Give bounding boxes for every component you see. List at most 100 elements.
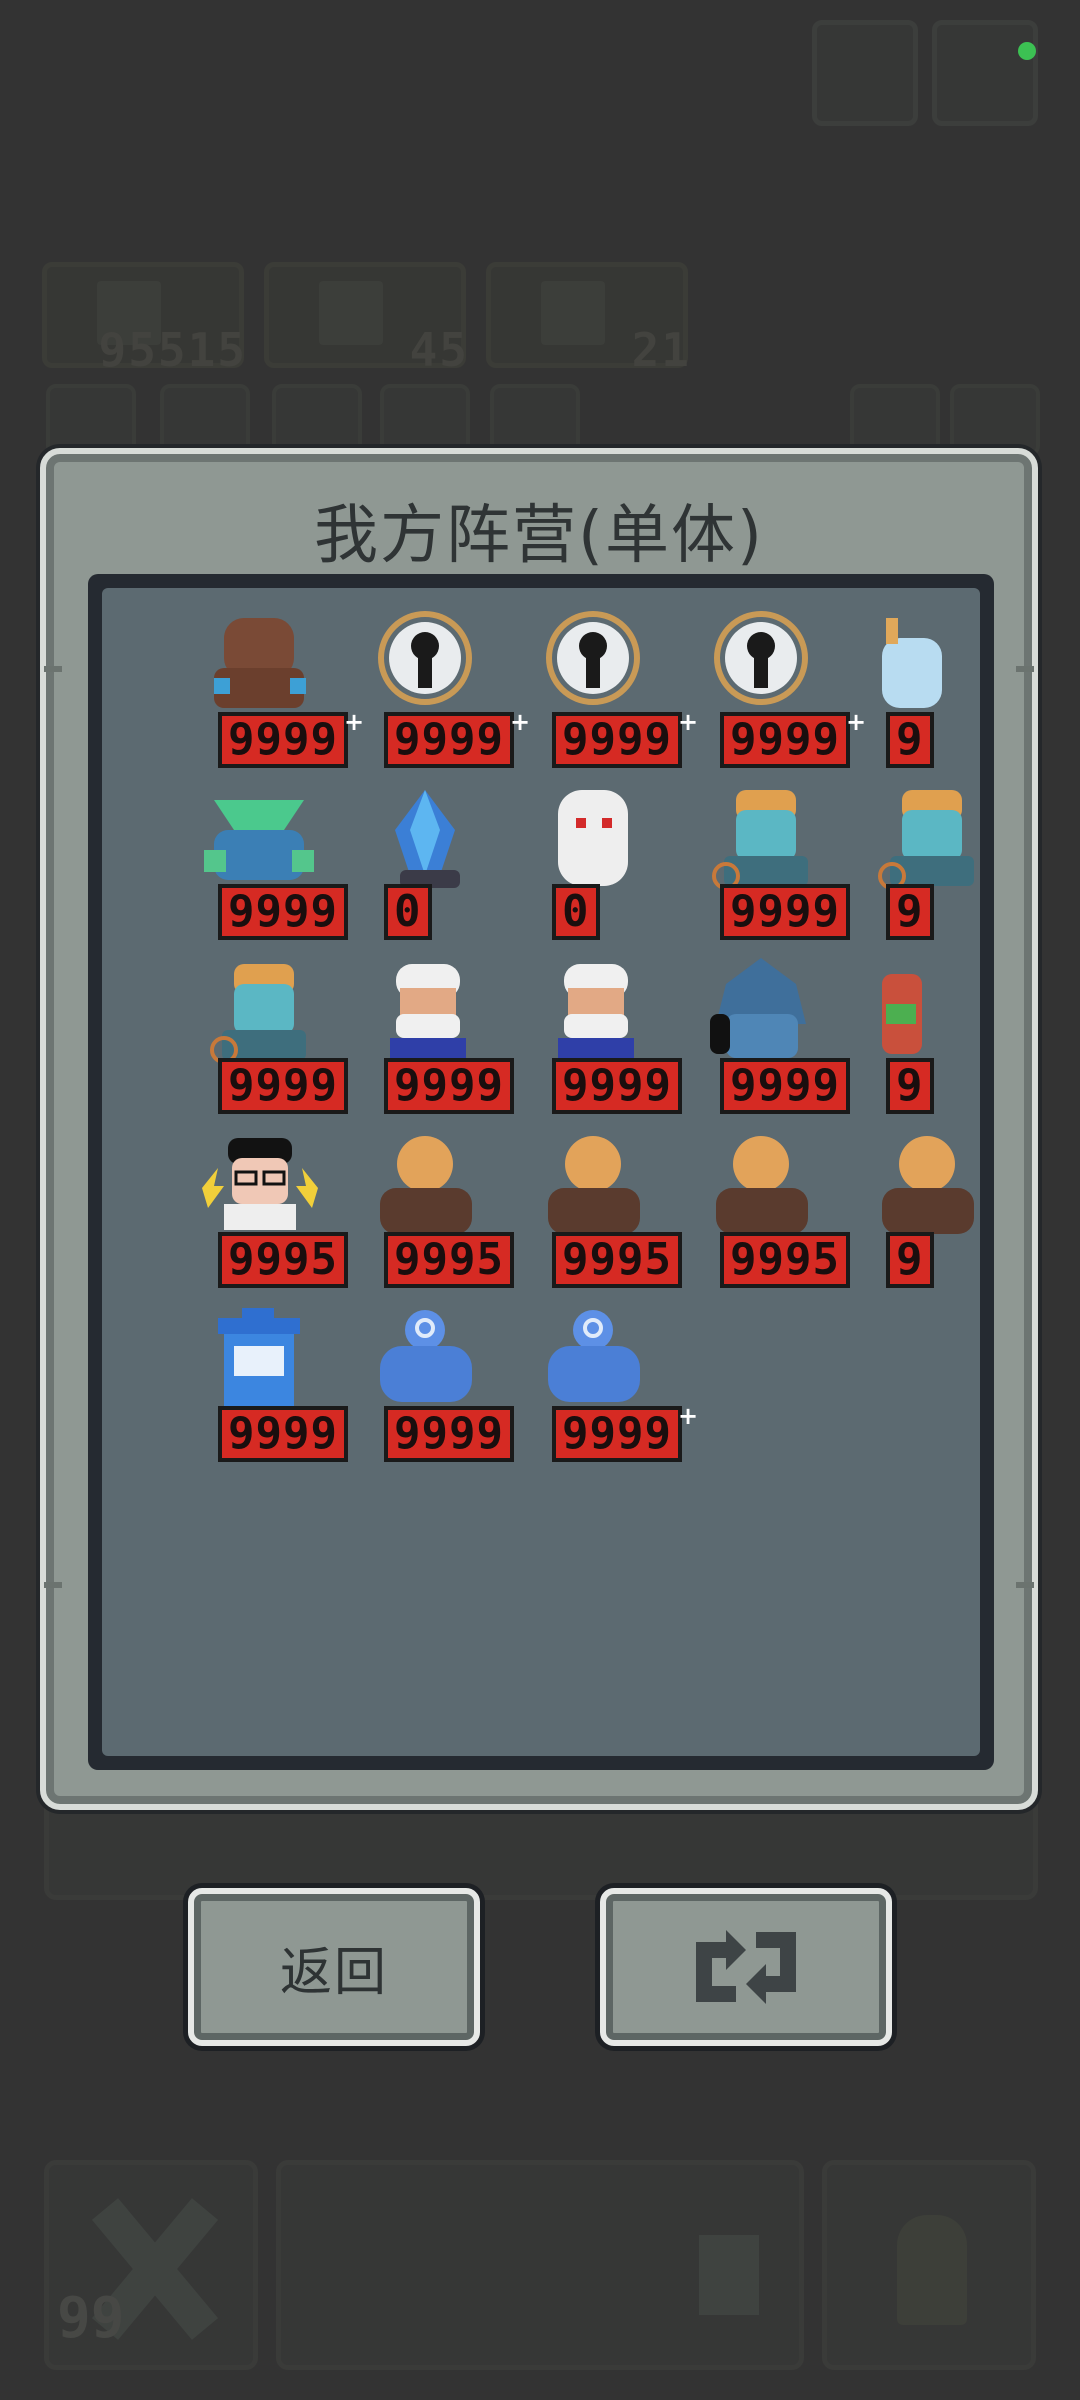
bald-brute-icon <box>882 1136 974 1234</box>
refresh-button[interactable] <box>600 1888 892 2046</box>
unit-card[interactable]: 9 <box>856 954 980 1114</box>
bg-bottom-count: 99 <box>57 2286 125 2351</box>
unit-card[interactable]: 9999 <box>522 954 682 1114</box>
unit-card[interactable]: 9995 <box>354 1128 514 1288</box>
blue-golem-icon <box>548 1310 640 1402</box>
bg-small-button <box>46 384 136 456</box>
unit-hp: 9999 <box>384 1058 514 1114</box>
unit-hp: 9 <box>886 712 934 768</box>
ghost-halo-icon <box>546 611 640 705</box>
unit-card[interactable]: 9999 <box>354 954 514 1114</box>
unit-grid-frame: 9999 +9999 +9999 +9999 +9 9999 0 0 9999 9 9999 9999… <box>88 574 994 1770</box>
white-yeti-icon <box>558 790 628 886</box>
unit-card[interactable]: 9999 + <box>354 608 530 768</box>
unit-card[interactable]: 9999 <box>690 954 850 1114</box>
red-dragon-icon <box>882 974 922 1054</box>
bg-small-button <box>950 384 1040 456</box>
blue-zombie-icon <box>878 790 974 890</box>
panel-rivet <box>1016 666 1034 672</box>
blue-trashcan-icon <box>218 1308 300 1406</box>
unit-card[interactable]: 9999 + <box>522 1302 698 1462</box>
unit-card[interactable]: 9999 + <box>188 608 364 768</box>
unit-card[interactable]: 0 <box>522 780 682 940</box>
bg-small-button <box>850 384 940 456</box>
unit-card[interactable]: 9 <box>856 780 980 940</box>
back-button-label: 返回 <box>279 1942 388 2003</box>
unit-card[interactable]: 9999 + <box>690 608 866 768</box>
bg-resource-skull: 21 <box>486 262 689 377</box>
unit-grid[interactable]: 9999 +9999 +9999 +9999 +9 9999 0 0 9999 9 9999 9999… <box>102 588 980 1756</box>
skull-icon <box>541 281 605 345</box>
status-dot <box>1018 42 1036 60</box>
bg-small-button <box>272 384 362 456</box>
bg-bottom-slot-left: 99 <box>44 2160 258 2370</box>
back-button[interactable]: 返回 <box>188 1888 480 2046</box>
unit-hp: 9999 <box>720 712 850 768</box>
unit-hp: 9999 <box>720 884 850 940</box>
unit-card[interactable]: 9995 <box>188 1128 348 1288</box>
bg-small-button <box>160 384 250 456</box>
unit-hp: 9999 <box>384 712 514 768</box>
nerd-glasses-icon <box>202 1138 318 1230</box>
unit-hp: 9999 <box>552 712 682 768</box>
panel-rivet <box>1016 1582 1034 1588</box>
unit-hp: 9 <box>886 1232 934 1288</box>
unit-hp: 0 <box>552 884 600 940</box>
panel-rivet <box>44 666 62 672</box>
bald-brute-icon <box>380 1136 472 1234</box>
refresh-icon <box>696 1930 796 2004</box>
gem-icon <box>319 281 383 345</box>
bg-top-button-1 <box>812 20 918 126</box>
unit-card[interactable]: 9995 <box>522 1128 682 1288</box>
bg-resource-gem: 45 <box>264 262 467 377</box>
unit-hp: 0 <box>384 884 432 940</box>
blue-crystal-icon <box>395 790 460 888</box>
bg-resource-tree: 95515 <box>42 262 245 377</box>
bg-resource-value: 21 <box>631 323 691 377</box>
old-wizard-icon <box>390 964 466 1060</box>
blue-zombie-icon <box>712 790 808 890</box>
bg-bottom-slot-center <box>276 2160 804 2370</box>
unit-hp: 9999 <box>384 1406 514 1462</box>
unit-hp: 9995 <box>218 1232 348 1288</box>
ghost-halo-icon <box>714 611 808 705</box>
unit-card[interactable]: 9995 <box>690 1128 850 1288</box>
bg-small-button <box>380 384 470 456</box>
green-plant-creature-icon <box>204 800 314 880</box>
spiky-blue-demon-icon <box>710 958 806 1058</box>
unit-card[interactable]: 9999 + <box>522 608 698 768</box>
unit-hp: 9999 <box>552 1406 682 1462</box>
unit-hp: 9995 <box>552 1232 682 1288</box>
unit-hp: 9995 <box>384 1232 514 1288</box>
ghost-halo-icon <box>378 611 472 705</box>
bg-top-button-2 <box>932 20 1038 126</box>
unit-hp: 9 <box>886 884 934 940</box>
unit-card[interactable]: 9 <box>856 1128 980 1288</box>
unit-hp: 9999 <box>720 1058 850 1114</box>
unit-hp: 9999 <box>218 884 348 940</box>
panel-title: 我方阵营(单体) <box>314 499 764 573</box>
blue-zombie-icon <box>210 964 306 1064</box>
bg-bottom-slot-right <box>822 2160 1036 2370</box>
bald-brute-icon <box>548 1136 640 1234</box>
bg-resource-value: 95515 <box>98 323 247 377</box>
blue-golem-icon <box>380 1310 472 1402</box>
unit-hp: 9999 <box>218 1406 348 1462</box>
unit-hp: 9995 <box>720 1232 850 1288</box>
plus-icon: + <box>678 1402 699 1430</box>
unit-card[interactable]: 0 <box>354 780 514 940</box>
unit-card[interactable]: 9999 <box>188 954 348 1114</box>
bg-resource-value: 45 <box>409 323 469 377</box>
unit-hp: 9 <box>886 1058 934 1114</box>
unit-card[interactable]: 9999 <box>354 1302 514 1462</box>
unit-card[interactable]: 9999 <box>188 780 348 940</box>
person-icon <box>897 2215 967 2325</box>
bg-small-button <box>490 384 580 456</box>
unit-card[interactable]: 9999 <box>188 1302 348 1462</box>
unit-card[interactable]: 9999 <box>690 780 850 940</box>
unit-hp: 9999 <box>218 1058 348 1114</box>
old-wizard-icon <box>558 964 634 1060</box>
bald-brute-icon <box>716 1136 808 1234</box>
unit-card[interactable]: 9 <box>856 608 980 768</box>
z-icon <box>699 2235 759 2315</box>
